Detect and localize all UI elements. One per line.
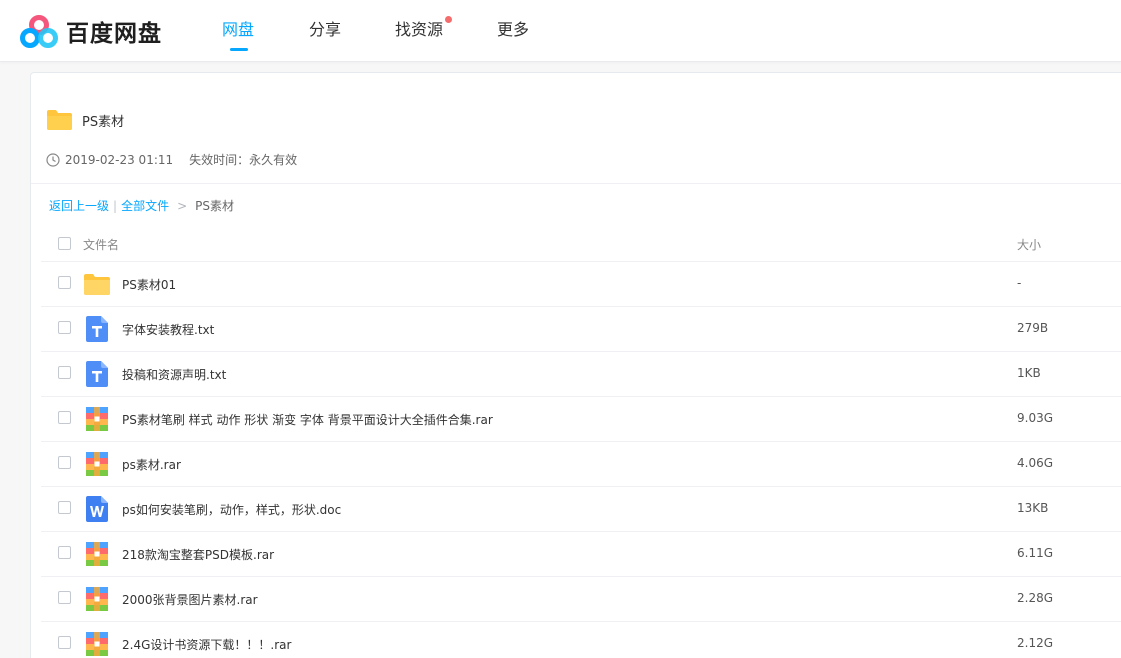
- file-size: 2.28G: [1017, 591, 1054, 605]
- file-name-link[interactable]: 2.4G设计书资源下载！！！.rar: [122, 636, 291, 653]
- rar-file-icon: [86, 407, 112, 433]
- row-checkbox[interactable]: [58, 546, 71, 559]
- file-size: 4.06G: [1017, 456, 1054, 470]
- nav-label: 分享: [309, 20, 342, 39]
- nav-active-indicator: [230, 48, 248, 51]
- rar-file-icon: [86, 542, 112, 568]
- rar-file-icon: [86, 452, 112, 478]
- doc-file-icon: [86, 496, 112, 522]
- folder-icon: [84, 273, 110, 299]
- all-files-link[interactable]: 全部文件: [121, 197, 169, 214]
- table-row[interactable]: 2000张背景图片素材.rar 2.28G: [41, 577, 1121, 622]
- table-row[interactable]: PS素材笔刷 样式 动作 形状 渐变 字体 背景平面设计大全插件合集.rar 9.…: [41, 397, 1121, 442]
- txt-file-icon: [86, 316, 112, 342]
- nav-item-find-resources[interactable]: 找资源: [395, 0, 497, 62]
- share-title: PS素材: [46, 109, 124, 131]
- table-row[interactable]: 2.4G设计书资源下载！！！.rar 2.12G: [41, 622, 1121, 658]
- column-header-size[interactable]: 大小: [1017, 236, 1041, 253]
- notification-dot: [445, 16, 452, 23]
- file-name-link[interactable]: ps素材.rar: [122, 456, 181, 473]
- baidu-netdisk-logo[interactable]: 百度网盘: [20, 13, 162, 49]
- main-nav: 网盘 分享 找资源 更多: [222, 0, 557, 62]
- row-checkbox[interactable]: [58, 636, 71, 649]
- nav-item-share[interactable]: 分享: [309, 0, 395, 62]
- nav-label: 找资源: [395, 20, 444, 39]
- row-checkbox[interactable]: [58, 591, 71, 604]
- row-checkbox[interactable]: [58, 276, 71, 289]
- row-checkbox[interactable]: [58, 321, 71, 334]
- table-row[interactable]: 218款淘宝整套PSD模板.rar 6.11G: [41, 532, 1121, 577]
- breadcrumb-current: PS素材: [195, 199, 234, 213]
- share-meta: 2019-02-23 01:11 失效时间：永久有效: [46, 151, 297, 168]
- logo-icon: [20, 15, 58, 48]
- file-name-link[interactable]: PS素材笔刷 样式 动作 形状 渐变 字体 背景平面设计大全插件合集.rar: [122, 411, 493, 428]
- column-header-name[interactable]: 文件名: [83, 236, 119, 253]
- rar-file-icon: [86, 587, 112, 613]
- rar-file-icon: [86, 632, 112, 658]
- folder-icon: [47, 110, 72, 130]
- file-name-link[interactable]: 字体安装教程.txt: [122, 321, 214, 338]
- clock-icon: [46, 152, 60, 167]
- row-checkbox[interactable]: [58, 366, 71, 379]
- back-link[interactable]: 返回上一级: [49, 197, 109, 214]
- breadcrumb-arrow: >: [177, 198, 188, 213]
- share-time: 2019-02-23 01:11: [65, 152, 174, 167]
- table-row[interactable]: 投稿和资源声明.txt 1KB: [41, 352, 1121, 397]
- breadcrumb-separator: |: [113, 198, 118, 213]
- divider: [31, 183, 1121, 184]
- share-folder-name: PS素材: [82, 114, 125, 130]
- file-name-link[interactable]: 2000张背景图片素材.rar: [122, 591, 258, 608]
- file-size: 279B: [1017, 321, 1049, 335]
- nav-item-netdisk[interactable]: 网盘: [222, 0, 309, 62]
- row-checkbox[interactable]: [58, 456, 71, 469]
- txt-file-icon: [86, 361, 112, 387]
- file-size: 1KB: [1017, 366, 1041, 380]
- row-checkbox[interactable]: [58, 411, 71, 424]
- nav-item-more[interactable]: 更多: [497, 0, 557, 62]
- file-size: 13KB: [1017, 501, 1049, 515]
- share-card: PS素材 2019-02-23 01:11 失效时间：永久有效 返回上一级 | …: [30, 72, 1121, 658]
- file-list: PS素材01 - 字体安装教程.txt 279B 投稿和资源声明.txt 1KB PS素材笔…: [41, 262, 1121, 658]
- nav-label: 更多: [497, 20, 530, 39]
- file-name-link[interactable]: 投稿和资源声明.txt: [122, 366, 226, 383]
- breadcrumb: 返回上一级 | 全部文件 > PS素材: [49, 197, 234, 214]
- table-row[interactable]: ps素材.rar 4.06G: [41, 442, 1121, 487]
- file-size: 9.03G: [1017, 411, 1054, 425]
- logo-text: 百度网盘: [66, 21, 162, 47]
- table-row[interactable]: PS素材01 -: [41, 262, 1121, 307]
- file-size: -: [1017, 276, 1022, 290]
- table-row[interactable]: 字体安装教程.txt 279B: [41, 307, 1121, 352]
- row-checkbox[interactable]: [58, 501, 71, 514]
- file-name-link[interactable]: 218款淘宝整套PSD模板.rar: [122, 546, 274, 563]
- file-size: 6.11G: [1017, 546, 1054, 560]
- share-expire: 失效时间：永久有效: [189, 153, 298, 167]
- file-name-link[interactable]: ps如何安装笔刷，动作，样式，形状.doc: [122, 501, 341, 518]
- file-size: 2.12G: [1017, 636, 1054, 650]
- file-name-link[interactable]: PS素材01: [122, 276, 176, 293]
- nav-label: 网盘: [222, 20, 255, 39]
- select-all-checkbox[interactable]: [58, 237, 71, 250]
- top-header: 百度网盘 网盘 分享 找资源 更多: [0, 0, 1121, 62]
- table-row[interactable]: ps如何安装笔刷，动作，样式，形状.doc 13KB: [41, 487, 1121, 532]
- file-table-header: 文件名 大小: [41, 226, 1121, 262]
